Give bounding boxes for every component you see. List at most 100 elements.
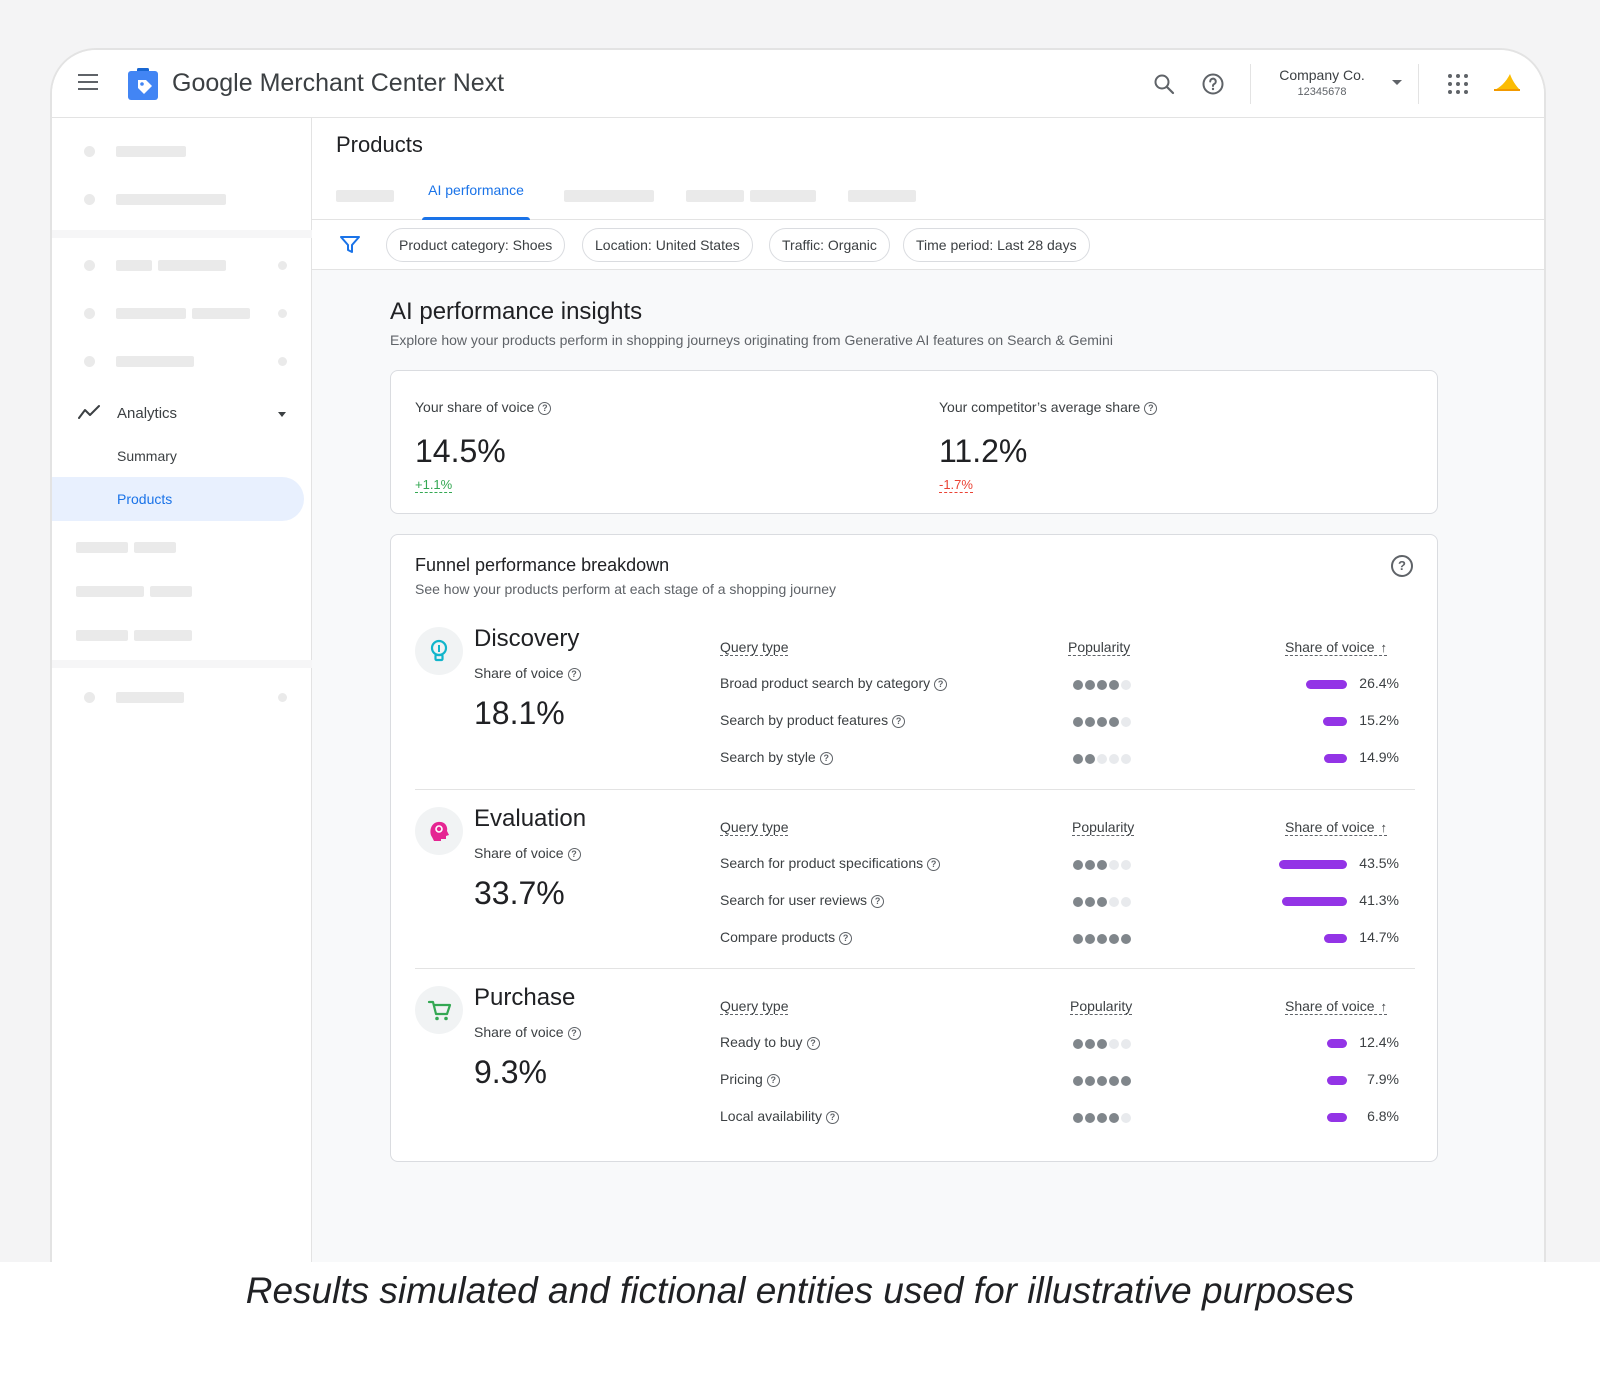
sov-percent: 43.5% xyxy=(1359,855,1399,871)
sov-bar xyxy=(1306,680,1347,689)
sov-bar xyxy=(1327,1113,1347,1122)
help-icon[interactable]: ? xyxy=(806,1036,820,1050)
popularity-dot xyxy=(1109,1113,1119,1123)
column-header-share-of-voice[interactable]: Share of voice ↑ xyxy=(1285,639,1387,656)
sidebar-placeholder-item[interactable] xyxy=(52,256,312,276)
sidebar-placeholder-item[interactable] xyxy=(52,626,312,646)
help-icon[interactable] xyxy=(1201,72,1225,96)
column-header-share-of-voice[interactable]: Share of voice ↑ xyxy=(1285,819,1387,836)
popularity-dot xyxy=(1097,897,1107,907)
popularity-dots xyxy=(1073,860,1131,870)
column-header-popularity[interactable]: Popularity xyxy=(1070,998,1133,1015)
query-row: Search for user reviews? 41.3% xyxy=(415,890,1415,914)
sidebar-item-products[interactable]: Products xyxy=(52,477,304,521)
popularity-dot xyxy=(1109,717,1119,727)
sov-percent: 26.4% xyxy=(1359,675,1399,691)
help-icon[interactable]: ? xyxy=(927,857,941,871)
stage-icon-bg xyxy=(415,807,463,855)
sov-bar xyxy=(1282,897,1347,906)
page-title: Products xyxy=(336,132,423,157)
popularity-dot xyxy=(1097,717,1107,727)
popularity-dot xyxy=(1109,897,1119,907)
sov-bar xyxy=(1324,754,1347,763)
tab-placeholder[interactable] xyxy=(336,190,394,202)
search-icon[interactable] xyxy=(1152,72,1176,96)
shopping-cart-icon xyxy=(427,1000,452,1021)
sidebar-placeholder-item[interactable] xyxy=(52,304,312,324)
help-icon[interactable]: ? xyxy=(892,714,906,728)
sidebar-placeholder-item[interactable] xyxy=(52,142,312,162)
popularity-dot xyxy=(1097,1039,1107,1049)
tab-placeholder[interactable] xyxy=(848,190,916,202)
trending-line-icon xyxy=(78,405,100,419)
stage-name: Purchase xyxy=(474,984,576,1011)
column-header-query-type[interactable]: Query type xyxy=(720,639,789,656)
funnel-stage-evaluation: Evaluation Share of voice? 33.7% Query t… xyxy=(415,805,1415,987)
sidebar-placeholder-item[interactable] xyxy=(52,582,312,602)
filter-chip-category[interactable]: Product category: Shoes xyxy=(386,228,566,262)
column-header-query-type[interactable]: Query type xyxy=(720,998,789,1015)
popularity-dot xyxy=(1097,1113,1107,1123)
help-icon[interactable]: ? xyxy=(934,677,948,691)
account-caret-icon[interactable] xyxy=(1392,80,1402,85)
help-icon[interactable]: ? xyxy=(825,1110,839,1124)
popularity-dot xyxy=(1121,860,1131,870)
sidebar-item-analytics[interactable]: Analytics xyxy=(52,396,312,432)
kpi-label: Your competitor’s average share? xyxy=(939,399,1158,415)
sidebar-placeholder-item[interactable] xyxy=(52,538,312,558)
section-title: AI performance insights xyxy=(390,298,643,325)
filter-chip-time-period[interactable]: Time period: Last 28 days xyxy=(903,228,1090,262)
sov-bar xyxy=(1279,860,1347,869)
sidebar-placeholder-item[interactable] xyxy=(52,688,312,708)
help-icon[interactable]: ? xyxy=(1391,555,1413,577)
query-row: Search by style? 14.9% xyxy=(415,747,1415,771)
sidebar-placeholder-item[interactable] xyxy=(52,352,312,372)
account-switcher[interactable]: Company Co. 12345678 xyxy=(1262,67,1382,98)
query-row: Broad product search by category? 26.4% xyxy=(415,673,1415,697)
topbar-divider xyxy=(1418,64,1419,104)
column-header-share-of-voice[interactable]: Share of voice ↑ xyxy=(1285,998,1387,1015)
sidebar-placeholder-item[interactable] xyxy=(52,190,312,210)
apps-grid-icon[interactable] xyxy=(1448,74,1468,94)
popularity-dots xyxy=(1073,934,1131,944)
help-icon[interactable]: ? xyxy=(839,931,853,945)
help-icon[interactable]: ? xyxy=(819,751,833,765)
popularity-dot xyxy=(1109,1076,1119,1086)
help-icon[interactable]: ? xyxy=(538,401,552,415)
sov-percent: 14.9% xyxy=(1359,749,1399,765)
filter-icon[interactable] xyxy=(340,236,360,254)
help-icon[interactable]: ? xyxy=(871,894,885,908)
hamburger-menu-icon[interactable] xyxy=(78,74,98,90)
query-label: Local availability? xyxy=(720,1108,839,1124)
column-header-query-type[interactable]: Query type xyxy=(720,819,789,836)
popularity-dot xyxy=(1121,680,1131,690)
popularity-dot xyxy=(1109,680,1119,690)
column-header-label: Share of voice xyxy=(1285,819,1375,835)
tab-placeholder[interactable] xyxy=(686,190,744,202)
popularity-dot xyxy=(1121,717,1131,727)
sov-bar xyxy=(1327,1039,1347,1048)
query-label-text: Compare products xyxy=(720,929,836,945)
merchant-center-logo-icon xyxy=(128,68,158,100)
query-row: Search for product specifications? 43.5% xyxy=(415,853,1415,877)
sov-percent: 14.7% xyxy=(1359,929,1399,945)
query-label: Compare products? xyxy=(720,929,853,945)
kpi-value-competitor-share: 11.2% xyxy=(939,433,1028,469)
query-label: Search for user reviews? xyxy=(720,892,885,908)
tab-ai-performance[interactable]: AI performance xyxy=(416,182,536,220)
card-subtitle: See how your products perform at each st… xyxy=(415,581,837,597)
tab-placeholder[interactable] xyxy=(564,190,654,202)
help-icon[interactable]: ? xyxy=(766,1073,780,1087)
tab-placeholder[interactable] xyxy=(750,190,816,202)
sidebar-item-summary[interactable]: Summary xyxy=(117,448,177,464)
popularity-dot xyxy=(1073,897,1083,907)
filter-chip-location[interactable]: Location: United States xyxy=(582,228,753,262)
column-header-popularity[interactable]: Popularity xyxy=(1072,819,1135,836)
column-header-label: Share of voice xyxy=(1285,998,1375,1014)
share-of-voice-card: Your share of voice? 14.5% +1.1% Your co… xyxy=(390,370,1438,514)
app-title-product: Merchant Center Next xyxy=(259,69,505,97)
help-icon[interactable]: ? xyxy=(1144,401,1158,415)
column-header-popularity[interactable]: Popularity xyxy=(1068,639,1131,656)
brand-logo-icon[interactable] xyxy=(1492,72,1522,92)
filter-chip-traffic[interactable]: Traffic: Organic xyxy=(769,228,890,262)
